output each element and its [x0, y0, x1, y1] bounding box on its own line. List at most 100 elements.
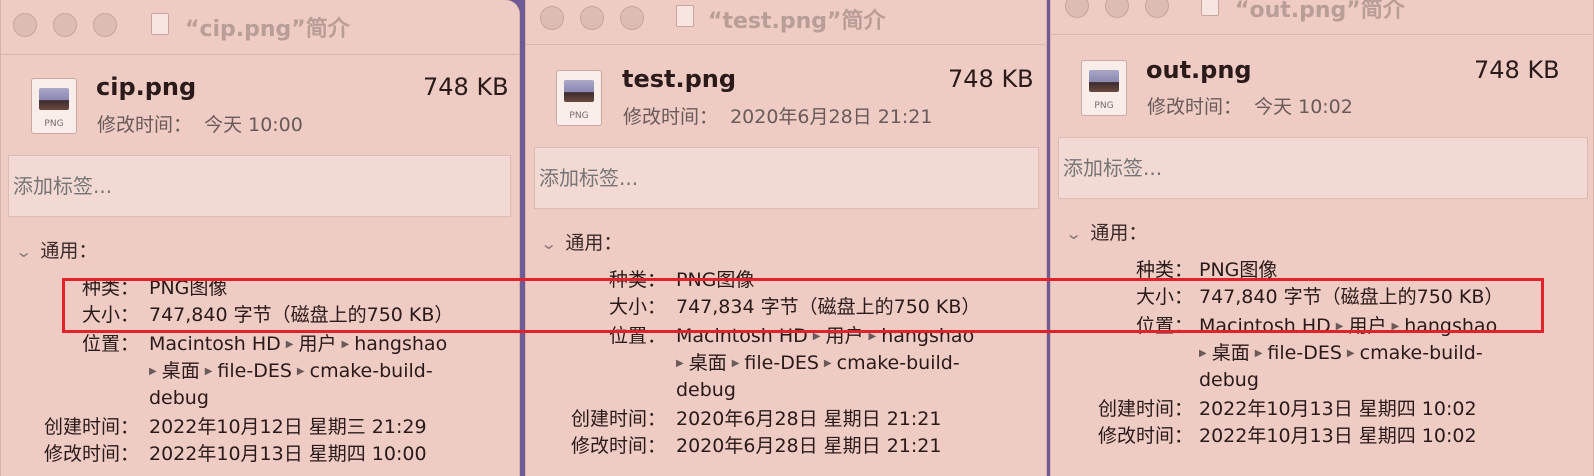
triangle-right-icon: ▶	[1346, 348, 1355, 359]
triangle-right-icon: ▶	[812, 331, 821, 342]
minimize-button[interactable]	[1105, 0, 1129, 18]
modified-label: 修改时间：	[97, 114, 193, 136]
where-line-3: debug	[676, 379, 736, 401]
window-title: “cip.png”简介	[185, 17, 350, 42]
window-title: “out.png”简介	[1235, 0, 1405, 23]
file-size: 748 KB	[948, 65, 1034, 93]
divider	[526, 44, 1046, 45]
where-line-2: ▶ 桌面 ▶ file-DES ▶ cmake-build-	[149, 360, 433, 382]
modified-detail-value: 2022年10月13日 星期四 10:02	[1199, 425, 1477, 447]
created-value: 2022年10月13日 星期四 10:02	[1199, 398, 1477, 420]
triangle-right-icon: ▶	[204, 366, 213, 377]
modified-detail-label: 修改时间：	[570, 435, 666, 457]
created-label: 创建时间：	[570, 408, 666, 430]
close-button[interactable]	[13, 13, 37, 37]
where-line-2: ▶ 桌面 ▶ file-DES ▶ cmake-build-	[676, 352, 960, 374]
minimize-button[interactable]	[580, 6, 604, 30]
general-section-header[interactable]: ⌄ 通用：	[540, 228, 622, 255]
created-value: 2020年6月28日 星期日 21:21	[676, 408, 942, 430]
size-value: 747,840 字节（磁盘上的750 KB）	[1199, 286, 1504, 308]
tags-input[interactable]	[1058, 137, 1588, 199]
tags-input[interactable]	[534, 147, 1039, 209]
triangle-right-icon: ▶	[149, 366, 157, 377]
general-section-header[interactable]: ⌄ 通用：	[15, 236, 97, 263]
info-window-cip: “cip.png”简介 PNG cip.png 748 KB 修改时间： 今天 …	[0, 0, 520, 476]
modified-detail-value: 2020年6月28日 星期日 21:21	[676, 435, 942, 457]
window-title: “test.png”简介	[708, 9, 886, 34]
modified-label: 修改时间：	[1147, 96, 1243, 118]
where-line-2: ▶ 桌面 ▶ file-DES ▶ cmake-build-	[1199, 342, 1483, 364]
modified-value: 今天 10:02	[1254, 96, 1353, 118]
triangle-right-icon: ▶	[1391, 321, 1400, 332]
chevron-down-icon[interactable]: ⌄	[540, 234, 557, 253]
tags-input[interactable]	[8, 155, 511, 217]
kind-label: 种类：	[1135, 259, 1193, 281]
where-line-1: Macintosh HD ▶ 用户 ▶ hangshao	[1199, 315, 1498, 337]
where-line-1: Macintosh HD ▶ 用户 ▶ hangshao	[149, 333, 448, 355]
triangle-right-icon: ▶	[296, 366, 305, 377]
chevron-down-icon[interactable]: ⌄	[15, 242, 32, 261]
general-section-header[interactable]: ⌄ 通用：	[1065, 218, 1147, 245]
size-label: 大小：	[1135, 286, 1193, 308]
triangle-right-icon: ▶	[285, 339, 294, 350]
chevron-down-icon[interactable]: ⌄	[1065, 224, 1082, 243]
triangle-right-icon: ▶	[823, 358, 832, 369]
info-rows: 种类： PNG图像 大小： 747,840 字节（磁盘上的750 KB） 位置：…	[1, 275, 519, 475]
modified-label: 修改时间：	[623, 106, 719, 128]
created-label: 创建时间：	[43, 416, 139, 438]
minimize-button[interactable]	[53, 13, 77, 37]
where-label: 位置：	[1135, 315, 1193, 337]
info-window-test: “test.png”简介 PNG test.png 748 KB 修改时间： 2…	[525, 0, 1047, 476]
file-name: test.png	[622, 65, 737, 93]
title-bar[interactable]: “cip.png”简介	[1, 0, 519, 50]
zoom-button[interactable]	[93, 13, 117, 37]
where-line-1: Macintosh HD ▶ 用户 ▶ hangshao	[676, 325, 975, 347]
triangle-right-icon: ▶	[676, 358, 684, 369]
triangle-right-icon: ▶	[1254, 348, 1263, 359]
size-label: 大小：	[81, 304, 139, 326]
divider	[1051, 34, 1593, 35]
size-value: 747,840 字节（磁盘上的750 KB）	[149, 304, 454, 326]
file-name: cip.png	[96, 73, 197, 101]
divider	[1, 54, 519, 55]
info-window-out: “out.png”简介 PNG out.png 748 KB 修改时间： 今天 …	[1050, 0, 1594, 476]
close-button[interactable]	[540, 6, 564, 30]
png-file-icon: PNG	[31, 78, 77, 134]
info-rows: 种类： PNG图像 大小： 747,834 字节（磁盘上的750 KB） 位置：…	[526, 267, 1046, 467]
kind-value: PNG图像	[676, 269, 755, 291]
file-size: 748 KB	[423, 73, 509, 101]
where-line-3: debug	[1199, 369, 1259, 391]
png-file-icon: PNG	[556, 70, 602, 126]
title-bar[interactable]: “test.png”简介	[526, 0, 1046, 50]
size-label: 大小：	[608, 296, 666, 318]
file-size: 748 KB	[1474, 56, 1560, 84]
where-label: 位置：	[608, 325, 666, 347]
document-icon	[151, 13, 169, 35]
triangle-right-icon: ▶	[1199, 348, 1207, 359]
triangle-right-icon: ▶	[341, 339, 350, 350]
document-icon	[1201, 0, 1219, 16]
kind-value: PNG图像	[149, 277, 228, 299]
close-button[interactable]	[1065, 0, 1089, 18]
png-file-icon: PNG	[1081, 60, 1127, 116]
modified-detail-value: 2022年10月13日 星期四 10:00	[149, 443, 427, 465]
modified-detail-label: 修改时间：	[1097, 425, 1193, 447]
info-rows: 种类： PNG图像 大小： 747,840 字节（磁盘上的750 KB） 位置：…	[1051, 257, 1593, 467]
zoom-button[interactable]	[1145, 0, 1169, 18]
triangle-right-icon: ▶	[731, 358, 740, 369]
triangle-right-icon: ▶	[868, 331, 877, 342]
kind-label: 种类：	[81, 277, 139, 299]
title-bar[interactable]: “out.png”简介	[1051, 0, 1593, 50]
file-name: out.png	[1146, 56, 1252, 84]
modified-summary: 修改时间： 今天 10:02	[1147, 92, 1353, 119]
modified-value: 今天 10:00	[204, 114, 303, 136]
triangle-right-icon: ▶	[1335, 321, 1344, 332]
kind-value: PNG图像	[1199, 259, 1278, 281]
modified-summary: 修改时间： 今天 10:00	[97, 110, 303, 137]
created-label: 创建时间：	[1097, 398, 1193, 420]
modified-value: 2020年6月28日 21:21	[730, 106, 933, 128]
modified-detail-label: 修改时间：	[43, 443, 139, 465]
where-label: 位置：	[81, 333, 139, 355]
zoom-button[interactable]	[620, 6, 644, 30]
modified-summary: 修改时间： 2020年6月28日 21:21	[623, 102, 932, 129]
